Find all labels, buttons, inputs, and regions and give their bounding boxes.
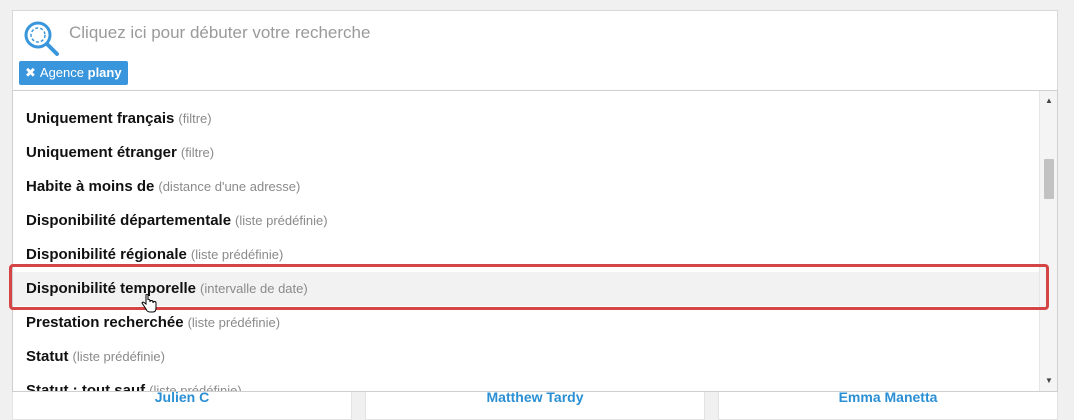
- filter-dropdown: Uniquement français (filtre) Uniquement é…: [12, 90, 1058, 392]
- tag-value: plany: [87, 65, 122, 80]
- item-name: Statut: [26, 348, 69, 365]
- item-hint: (filtre): [180, 145, 215, 160]
- scroll-up-arrow-icon[interactable]: ▲: [1040, 94, 1057, 108]
- item-name: Habite à moins de: [26, 178, 155, 195]
- list-item[interactable]: Statut : tout sauf (liste prédéfinie): [13, 374, 1039, 392]
- item-name: Prestation recherchée: [26, 314, 184, 331]
- search-icon: [22, 19, 60, 57]
- item-hint: (liste prédéfinie): [235, 213, 328, 228]
- item-hint: (distance d'une adresse): [158, 179, 301, 194]
- search-box[interactable]: Cliquez ici pour débuter votre recherche…: [12, 10, 1058, 92]
- times-icon[interactable]: ✖: [25, 61, 36, 85]
- item-hint: (filtre): [178, 111, 212, 126]
- item-hint: (liste prédéfinie): [187, 315, 281, 330]
- list-item[interactable]: Uniquement français (filtre): [13, 102, 1039, 136]
- item-hint: (intervalle de date): [200, 281, 308, 296]
- scrollbar[interactable]: ▲ ▼: [1039, 91, 1057, 391]
- item-hint: (liste prédéfinie): [190, 247, 284, 262]
- list-item[interactable]: Disponibilité régionale (liste prédéfinie…: [13, 238, 1039, 272]
- item-name: Statut : tout sauf: [26, 382, 146, 392]
- item-hint: (liste prédéfinie): [149, 383, 242, 392]
- list-item[interactable]: Uniquement étranger (filtre): [13, 136, 1039, 170]
- item-name: Disponibilité départementale: [26, 212, 232, 229]
- search-input[interactable]: Cliquez ici pour débuter votre recherche: [69, 23, 370, 43]
- item-name: Disponibilité régionale: [26, 246, 187, 263]
- scroll-thumb[interactable]: [1044, 159, 1054, 199]
- item-name: Disponibilité temporelle: [26, 280, 197, 297]
- agency-filter-tag[interactable]: ✖ Agence plany: [19, 61, 128, 85]
- tag-prefix: Agence: [39, 65, 84, 80]
- scroll-down-arrow-icon[interactable]: ▼: [1040, 374, 1057, 388]
- list-item[interactable]: Habite à moins de (distance d'une adresse…: [13, 170, 1039, 204]
- list-item[interactable]: Prestation recherchée (liste prédéfinie): [13, 306, 1039, 340]
- tag-label: Agence plany: [40, 61, 122, 85]
- item-name: Uniquement étranger: [26, 144, 177, 161]
- list-item[interactable]: Disponibilité départementale (liste prédé…: [13, 204, 1039, 238]
- item-name: Uniquement français: [26, 110, 175, 127]
- item-hint: (liste prédéfinie): [72, 349, 166, 364]
- list-item-highlighted[interactable]: Disponibilité temporelle (intervalle de d…: [13, 272, 1039, 306]
- list-item[interactable]: Statut (liste prédéfinie): [13, 340, 1039, 374]
- hand-cursor-icon: [141, 293, 157, 314]
